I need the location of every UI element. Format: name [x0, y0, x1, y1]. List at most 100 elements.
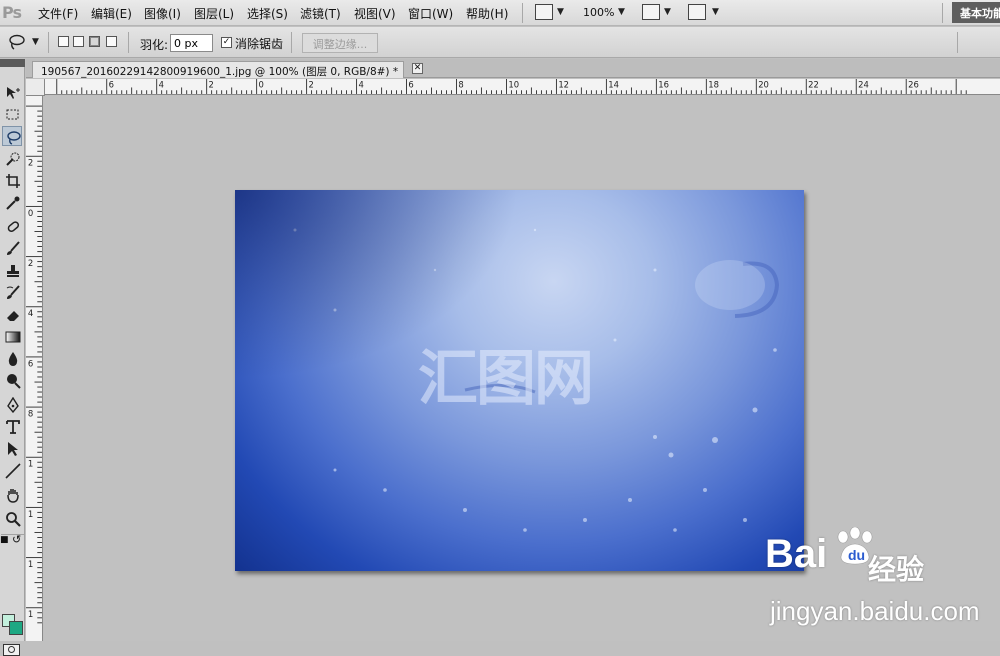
- ruler-label: 8: [458, 79, 463, 89]
- screen-mode-icon[interactable]: [688, 4, 706, 20]
- zoom-tool-icon[interactable]: [2, 508, 22, 528]
- menu-window[interactable]: 窗口(W): [408, 5, 453, 22]
- ruler-label: 2: [209, 79, 214, 89]
- antialias-label: 消除锯齿: [235, 37, 284, 51]
- photoshop-logo: Ps: [2, 3, 22, 22]
- path-selection-tool-icon[interactable]: [2, 438, 22, 458]
- options-separator: [291, 32, 292, 53]
- baidu-jingyan-text: 经验: [868, 553, 925, 586]
- hand-tool-icon[interactable]: [2, 484, 22, 504]
- dodge-tool-icon[interactable]: [2, 370, 22, 390]
- new-selection-icon[interactable]: [58, 36, 69, 47]
- ruler-label: 2: [308, 79, 313, 89]
- chevron-down-icon[interactable]: ▼: [32, 37, 39, 47]
- ruler-label: 24: [858, 79, 869, 89]
- blur-tool-icon[interactable]: [2, 348, 22, 368]
- ruler-origin[interactable]: [26, 79, 45, 96]
- brush-tool-icon[interactable]: [2, 238, 22, 258]
- chevron-down-icon[interactable]: ▼: [664, 7, 671, 17]
- ruler-label: 0: [259, 79, 264, 89]
- image-watermark: 汇图网: [418, 344, 594, 414]
- ruler-label: 22: [808, 79, 819, 89]
- ruler-label: 4: [159, 79, 164, 89]
- arrange-documents-icon[interactable]: [642, 4, 660, 20]
- history-brush-tool-icon[interactable]: [2, 282, 22, 302]
- ruler-label: 1: [28, 559, 33, 569]
- menu-layer[interactable]: 图层(L): [194, 5, 234, 22]
- line-tool-icon[interactable]: [2, 460, 22, 480]
- options-separator: [128, 32, 129, 53]
- intersect-selection-icon[interactable]: [106, 36, 117, 47]
- ruler-label: 14: [608, 79, 619, 89]
- refine-edge-button[interactable]: 调整边缘...: [302, 33, 378, 53]
- clone-stamp-tool-icon[interactable]: [2, 260, 22, 280]
- ruler-label: 26: [908, 79, 919, 89]
- ruler-label: 1: [28, 459, 33, 469]
- menu-view[interactable]: 视图(V): [354, 5, 396, 22]
- ruler-label: 6: [28, 358, 33, 368]
- ruler-label: 2: [28, 158, 33, 168]
- tools-panel: ■ ↺: [0, 59, 25, 656]
- ruler-label: 4: [358, 79, 363, 89]
- menu-file[interactable]: 文件(F): [38, 5, 78, 22]
- swap-colors-icon[interactable]: ↺: [12, 533, 21, 546]
- default-colors-icon[interactable]: ■: [0, 535, 9, 545]
- workspace-switcher[interactable]: 基本功能: [952, 2, 1000, 23]
- document-tab[interactable]: 190567_20160229142800919600_1.jpg @ 100%…: [32, 61, 404, 78]
- menubar-separator: [522, 3, 523, 23]
- pen-tool-icon[interactable]: [2, 394, 22, 414]
- ruler-label: 6: [109, 79, 114, 89]
- feather-input[interactable]: [170, 34, 213, 52]
- crop-tool-icon[interactable]: [2, 170, 22, 190]
- chevron-down-icon[interactable]: ▼: [618, 7, 625, 17]
- quick-selection-tool-icon[interactable]: [2, 148, 22, 168]
- menu-help[interactable]: 帮助(H): [466, 5, 508, 22]
- gradient-tool-icon[interactable]: [2, 326, 22, 346]
- vertical-ruler: 2 0 2 4 6 8 1 1 1 1: [26, 96, 43, 641]
- document-tab-bar: 190567_20160229142800919600_1.jpg @ 100%…: [26, 59, 1000, 78]
- ruler-label: 1: [28, 509, 33, 519]
- svg-text:du: du: [848, 547, 865, 563]
- menu-image[interactable]: 图像(I): [144, 5, 181, 22]
- zoom-level[interactable]: 100%: [583, 6, 614, 19]
- type-tool-icon[interactable]: [2, 416, 22, 436]
- eraser-tool-icon[interactable]: [2, 304, 22, 324]
- baidu-logo-text: Bai: [765, 532, 828, 576]
- antialias-checkbox[interactable]: ✓: [221, 37, 232, 48]
- chevron-down-icon[interactable]: ▼: [712, 7, 719, 17]
- ruler-label: 12: [558, 79, 569, 89]
- lasso-preset-icon[interactable]: [8, 33, 28, 54]
- ruler-label: 4: [28, 308, 33, 318]
- options-separator: [48, 32, 49, 53]
- menu-edit[interactable]: 编辑(E): [91, 5, 132, 22]
- ruler-label: 1: [28, 609, 33, 619]
- subtract-selection-icon[interactable]: [89, 36, 100, 47]
- ruler-label: 18: [708, 79, 719, 89]
- chevron-down-icon[interactable]: ▼: [557, 7, 564, 17]
- tools-panel-header[interactable]: [0, 59, 25, 67]
- marquee-tool-icon[interactable]: [2, 104, 22, 124]
- bridge-launch-icon[interactable]: [535, 4, 553, 20]
- menubar-separator: [942, 3, 943, 23]
- ruler-label: 0: [28, 208, 33, 218]
- ruler-label: 6: [408, 79, 413, 89]
- ruler-label: 2: [28, 258, 33, 268]
- ruler-label: 10: [508, 79, 519, 89]
- lasso-tool-icon[interactable]: [2, 126, 22, 146]
- menu-filter[interactable]: 滤镜(T): [300, 5, 341, 22]
- menu-bar: Ps 文件(F) 编辑(E) 图像(I) 图层(L) 选择(S) 滤镜(T) 视…: [0, 0, 1000, 26]
- move-tool-icon[interactable]: [2, 82, 22, 102]
- quick-mask-icon[interactable]: [3, 644, 20, 656]
- feather-label: 羽化:: [140, 38, 169, 52]
- baidu-url-text: jingyan.baidu.com: [770, 596, 980, 626]
- options-bar: ▼ 羽化: ✓ 消除锯齿 调整边缘...: [0, 27, 1000, 58]
- eyedropper-tool-icon[interactable]: [2, 192, 22, 212]
- menu-select[interactable]: 选择(S): [247, 5, 288, 22]
- healing-brush-tool-icon[interactable]: [2, 216, 22, 236]
- horizontal-ruler: 6 4 2 0 2 4 6 8 10 12 14 16 18 20 22 24 26: [45, 79, 1000, 95]
- close-icon[interactable]: ✕: [412, 63, 423, 74]
- add-to-selection-icon[interactable]: [73, 36, 84, 47]
- ruler-label: 8: [28, 409, 33, 419]
- ruler-label: 16: [658, 79, 669, 89]
- background-color-swatch[interactable]: [9, 621, 23, 635]
